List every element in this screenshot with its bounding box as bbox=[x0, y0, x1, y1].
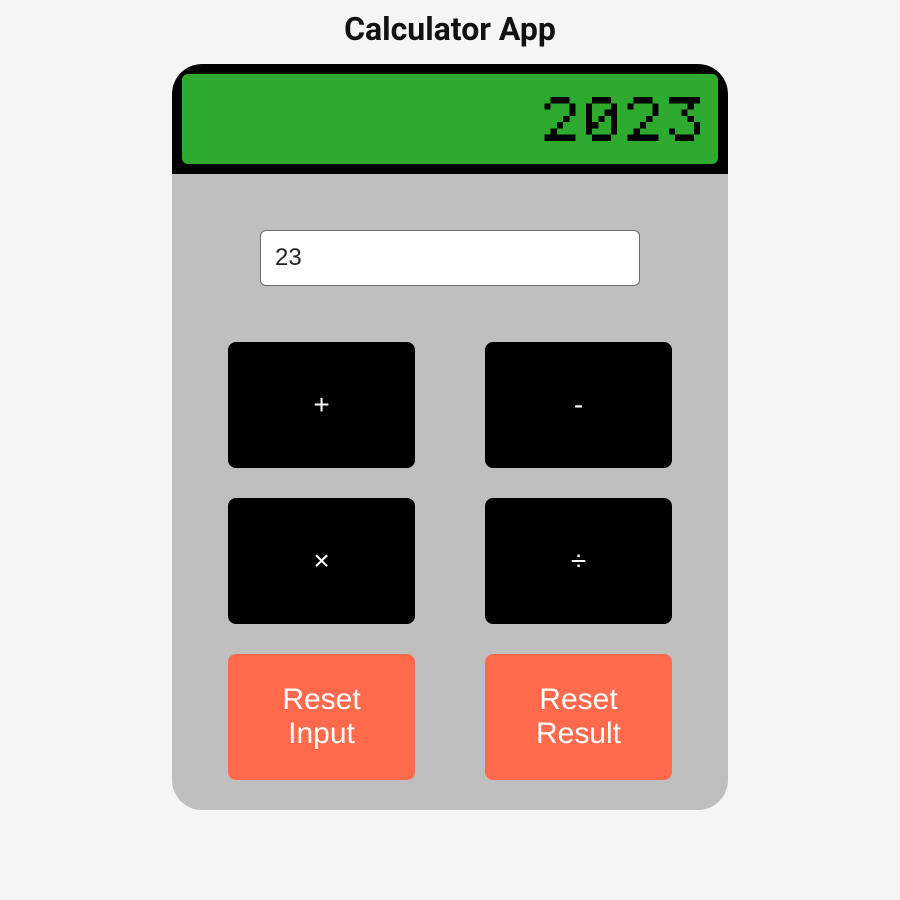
reset-result-button[interactable]: Reset Result bbox=[485, 654, 672, 780]
app-title: Calculator App bbox=[344, 10, 556, 48]
input-row bbox=[172, 230, 728, 286]
calculator-body: + - × ÷ Reset Input Reset Result bbox=[172, 64, 728, 810]
multiply-button[interactable]: × bbox=[228, 498, 415, 624]
display-frame bbox=[172, 64, 728, 174]
subtract-button[interactable]: - bbox=[485, 342, 672, 468]
reset-input-button[interactable]: Reset Input bbox=[228, 654, 415, 780]
number-input[interactable] bbox=[260, 230, 640, 286]
result-display bbox=[182, 74, 718, 164]
button-grid: + - × ÷ Reset Input Reset Result bbox=[172, 342, 728, 780]
divide-button[interactable]: ÷ bbox=[485, 498, 672, 624]
add-button[interactable]: + bbox=[228, 342, 415, 468]
